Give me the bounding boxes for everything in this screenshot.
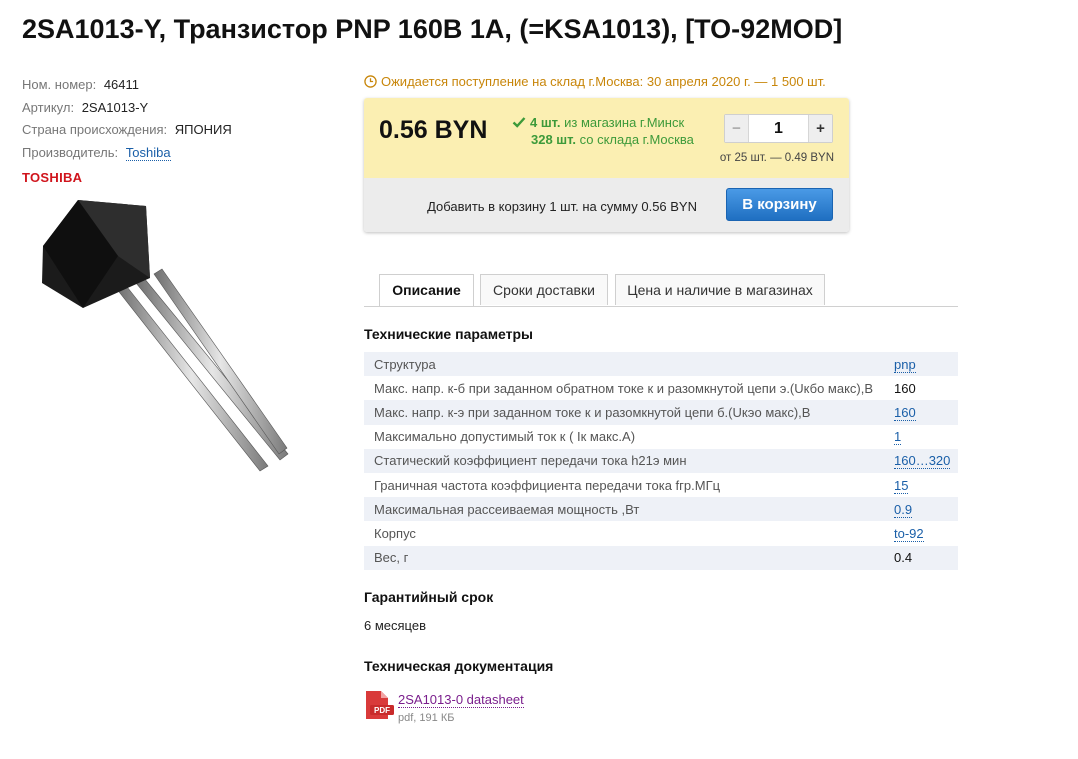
product-image[interactable] [28,188,308,488]
spec-row: Граничная частота коэффициента передачи … [364,473,958,497]
cart-summary: Добавить в корзину 1 шт. на сумму 0.56 B… [427,199,697,214]
spec-value-cell: 0.9 [894,497,958,522]
article-label: Артикул: [22,99,75,115]
product-tabs: Описание Сроки доставки Цена и наличие в… [364,274,958,307]
spec-value-cell: 15 [894,473,958,497]
spec-row: Статический коэффициент передачи тока h2… [364,448,958,473]
nom-number-label: Ном. номер: [22,77,97,92]
quantity-decrease-button[interactable]: − [725,115,749,142]
spec-name: Граничная частота коэффициента передачи … [374,477,721,493]
spec-row: Макс. напр. к-б при заданном обратном то… [364,376,958,400]
article-row: Артикул: 2SA1013-Y [22,97,232,120]
spec-name: Вес, г [364,545,894,570]
add-to-cart-button[interactable]: В корзину [726,188,833,221]
pdf-icon-label: PDF [374,706,390,715]
stock-moscow: 328 шт. со склада г.Москва [512,131,694,148]
tab-description[interactable]: Описание [379,274,474,306]
spec-value-link[interactable]: pnp [894,356,916,373]
spec-name: Статический коэффициент передачи тока h2… [364,448,894,473]
price: 0.56 BYN [379,116,488,144]
stock-moscow-text: со склада г.Москва [579,132,694,147]
warranty-heading: Гарантийный срок [364,589,494,605]
spec-name: Корпус [374,525,416,541]
country-label: Страна происхождения: [22,122,168,137]
warranty-value: 6 месяцев [364,618,426,633]
spec-name: Структура [364,352,894,377]
check-icon [512,117,526,128]
stock-minsk: 4 шт. из магазина г.Минск [512,114,694,131]
country-value: ЯПОНИЯ [174,122,232,137]
spec-value-cell: pnp [894,352,958,377]
spec-row: Максимально допустимый ток к ( Iк макс.А… [364,425,958,449]
datasheet-meta: pdf, 191 КБ [398,712,455,724]
nom-number-value: 46411 [103,77,140,92]
manufacturer-link[interactable]: Toshiba [125,144,171,161]
spec-value-cell: 160 [894,376,958,400]
spec-value-cell: 0.4 [894,545,958,570]
product-properties: Ном. номер: 46411 Артикул: 2SA1013-Y Стр… [22,74,232,164]
spec-value-cell: 160 [894,400,958,425]
spec-value-cell: 160…320 [894,448,958,473]
spec-value-cell: 1 [894,425,958,449]
toshiba-logo[interactable]: TOSHIBA [22,170,82,185]
restock-notice-text: Ожидается поступление на склад г.Москва:… [381,74,826,89]
stock-minsk-qty: 4 шт. [530,115,561,130]
spec-row: Структура pnp [364,352,958,377]
spec-value-link[interactable]: 15 [894,477,909,494]
spec-value-link[interactable]: 1 [894,429,902,446]
spec-row: Корпус to-92 [364,521,958,545]
specs-heading: Технические параметры [364,326,534,342]
country-row: Страна происхождения: ЯПОНИЯ [22,119,232,142]
quantity-input[interactable]: 1 [749,115,808,142]
spec-value-link[interactable]: 0.9 [894,501,913,518]
spec-row: Вес, г 0.4 [364,545,958,570]
quantity-stepper: − 1 + [724,114,833,143]
stock-info: 4 шт. из магазина г.Минск 328 шт. со скл… [512,114,694,148]
tab-store-availability[interactable]: Цена и наличие в магазинах [615,274,825,305]
specs-table: Структура pnp Макс. напр. к-б при заданном… [364,352,958,570]
spec-row: Макс. напр. к-э при заданном токе к и ра… [364,400,958,425]
spec-value: 0.4 [894,550,913,566]
manufacturer-label: Производитель: [22,144,119,160]
manufacturer-row: Производитель: Toshiba [22,142,232,165]
restock-notice: Ожидается поступление на склад г.Москва:… [364,74,826,89]
spec-row: Максимальная рассеиваемая мощность ,Вт 0.… [364,497,958,522]
spec-value-link[interactable]: 160 [894,404,916,421]
nom-number-row: Ном. номер: 46411 [22,74,232,97]
docs-heading: Техническая документация [364,658,554,674]
spec-value-link[interactable]: 160…320 [894,453,951,470]
spec-name: Макс. напр. к-э при заданном токе к и ра… [364,400,894,425]
clock-icon [364,75,377,88]
spec-name: Максимально допустимый ток к ( Iк макс.А… [374,429,636,445]
stock-moscow-qty: 328 шт. [531,132,576,147]
pdf-icon[interactable]: PDF [364,690,394,720]
spec-name: Максимальная рассеиваемая мощность ,Вт [364,497,894,522]
page-title: 2SA1013-Y, Транзистор PNP 160В 1А, (=KSA… [22,14,843,44]
spec-value: 160 [894,380,916,396]
buy-box: 0.56 BYN 4 шт. из магазина г.Минск 328 ш… [364,98,849,232]
quantity-increase-button[interactable]: + [808,115,832,142]
tab-delivery[interactable]: Сроки доставки [480,274,608,305]
bulk-price: от 25 шт. — 0.49 BYN [719,152,834,164]
buy-box-price-area: 0.56 BYN 4 шт. из магазина г.Минск 328 ш… [364,98,849,178]
spec-name: Макс. напр. к-б при заданном обратном то… [374,380,874,396]
spec-value-link[interactable]: to-92 [894,525,924,542]
datasheet-link[interactable]: 2SA1013-0 datasheet [398,692,524,708]
spec-value-cell: to-92 [894,521,958,545]
stock-minsk-text: из магазина г.Минск [564,115,685,130]
article-value: 2SA1013-Y [81,99,149,115]
